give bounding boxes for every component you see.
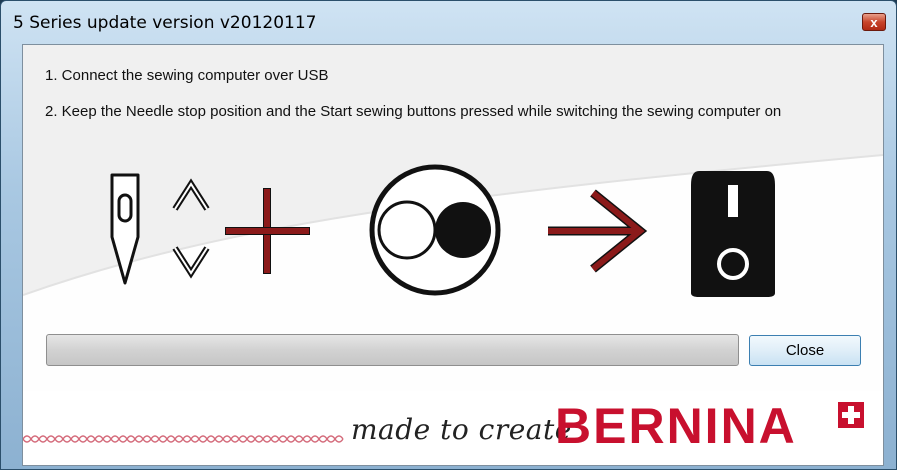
stitch-pattern-decoration <box>23 435 344 443</box>
arrow-right-icon <box>548 189 648 273</box>
up-down-arrows-icon <box>172 178 210 279</box>
update-progress-bar <box>46 334 739 366</box>
instruction-step-1: 1. Connect the sewing computer over USB <box>45 67 329 84</box>
needle-icon <box>110 173 140 285</box>
window-title: 5 Series update version v20120117 <box>13 13 317 33</box>
dialog-client-area: 1. Connect the sewing computer over USB … <box>22 44 884 466</box>
brand-logo-text: BERNINA <box>555 398 797 454</box>
close-button[interactable]: Close <box>749 335 861 366</box>
window-close-button[interactable]: x <box>862 13 886 31</box>
instruction-illustration <box>110 164 775 297</box>
instruction-step-2: 2. Keep the Needle stop position and the… <box>45 103 782 120</box>
plus-icon <box>225 188 310 274</box>
title-bar[interactable]: 5 Series update version v20120117 x <box>1 1 896 41</box>
tagline: made to create <box>351 413 572 446</box>
application-window: 5 Series update version v20120117 x 1. C… <box>0 0 897 470</box>
swiss-cross-icon <box>838 402 864 428</box>
start-stop-buttons-icon <box>369 164 501 296</box>
close-icon: x <box>870 15 878 30</box>
power-switch-icon <box>691 171 775 297</box>
